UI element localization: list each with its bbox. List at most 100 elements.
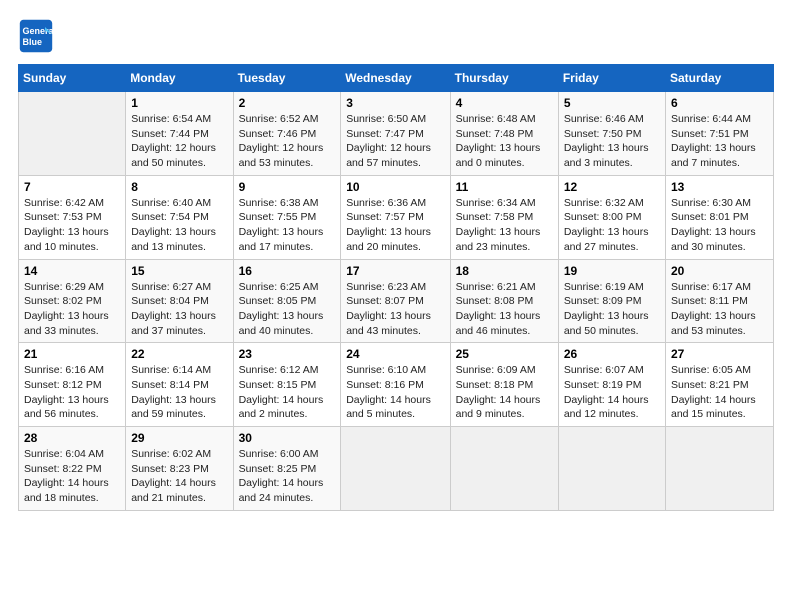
weekday-header-wednesday: Wednesday — [341, 65, 450, 92]
calendar-cell — [558, 427, 665, 511]
calendar-cell: 9 Sunrise: 6:38 AM Sunset: 7:55 PM Daylig… — [233, 175, 341, 259]
calendar-cell: 17 Sunrise: 6:23 AM Sunset: 8:07 PM Dayli… — [341, 259, 450, 343]
day-info: Sunrise: 6:42 AM Sunset: 7:53 PM Dayligh… — [24, 196, 120, 255]
calendar-cell: 27Sunrise: 6:05 AM Sunset: 8:21 PM Dayli… — [666, 343, 774, 427]
day-number: 23 — [239, 347, 336, 361]
calendar-cell: 28 Sunrise: 6:04 AM Sunset: 8:22 PM Dayli… — [19, 427, 126, 511]
day-number: 10 — [346, 180, 444, 194]
day-number: 2 — [239, 96, 336, 110]
calendar-cell: 24 Sunrise: 6:10 AM Sunset: 8:16 PM Dayli… — [341, 343, 450, 427]
day-info: Sunrise: 6:25 AM Sunset: 8:05 PM Dayligh… — [239, 280, 336, 339]
day-number: 26 — [564, 347, 660, 361]
calendar-cell: 26 Sunrise: 6:07 AM Sunset: 8:19 PM Dayli… — [558, 343, 665, 427]
day-info: Sunrise: 6:54 AM Sunset: 7:44 PM Dayligh… — [131, 112, 227, 171]
day-info: Sunrise: 6:29 AM Sunset: 8:02 PM Dayligh… — [24, 280, 120, 339]
day-number: 7 — [24, 180, 120, 194]
day-info: Sunrise: 6:02 AM Sunset: 8:23 PM Dayligh… — [131, 447, 227, 506]
calendar-cell: 5Sunrise: 6:46 AM Sunset: 7:50 PM Daylig… — [558, 92, 665, 176]
calendar-cell: 30 Sunrise: 6:00 AM Sunset: 8:25 PM Dayli… — [233, 427, 341, 511]
calendar-cell: 7 Sunrise: 6:42 AM Sunset: 7:53 PM Daylig… — [19, 175, 126, 259]
day-info: Sunrise: 6:12 AM Sunset: 8:15 PM Dayligh… — [239, 363, 336, 422]
day-info: Sunrise: 6:38 AM Sunset: 7:55 PM Dayligh… — [239, 196, 336, 255]
weekday-header-tuesday: Tuesday — [233, 65, 341, 92]
day-info: Sunrise: 6:30 AM Sunset: 8:01 PM Dayligh… — [671, 196, 768, 255]
calendar-cell: 16 Sunrise: 6:25 AM Sunset: 8:05 PM Dayli… — [233, 259, 341, 343]
day-number: 18 — [456, 264, 553, 278]
day-info: Sunrise: 6:10 AM Sunset: 8:16 PM Dayligh… — [346, 363, 444, 422]
day-number: 14 — [24, 264, 120, 278]
calendar-cell: 12 Sunrise: 6:32 AM Sunset: 8:00 PM Dayli… — [558, 175, 665, 259]
calendar-cell: 20 Sunrise: 6:17 AM Sunset: 8:11 PM Dayli… — [666, 259, 774, 343]
day-number: 25 — [456, 347, 553, 361]
calendar-cell — [341, 427, 450, 511]
calendar-week-2: 7 Sunrise: 6:42 AM Sunset: 7:53 PM Daylig… — [19, 175, 774, 259]
day-number: 27 — [671, 347, 768, 361]
day-number: 12 — [564, 180, 660, 194]
logo: General Blue — [18, 18, 58, 54]
calendar-week-1: 1Sunrise: 6:54 AM Sunset: 7:44 PM Daylig… — [19, 92, 774, 176]
day-info: Sunrise: 6:14 AM Sunset: 8:14 PM Dayligh… — [131, 363, 227, 422]
day-number: 17 — [346, 264, 444, 278]
calendar-cell: 4Sunrise: 6:48 AM Sunset: 7:48 PM Daylig… — [450, 92, 558, 176]
day-number: 16 — [239, 264, 336, 278]
calendar-cell: 13 Sunrise: 6:30 AM Sunset: 8:01 PM Dayli… — [666, 175, 774, 259]
day-number: 30 — [239, 431, 336, 445]
calendar-cell — [450, 427, 558, 511]
calendar-cell: 8 Sunrise: 6:40 AM Sunset: 7:54 PM Daylig… — [126, 175, 233, 259]
calendar-header-row: SundayMondayTuesdayWednesdayThursdayFrid… — [19, 65, 774, 92]
day-info: Sunrise: 6:46 AM Sunset: 7:50 PM Dayligh… — [564, 112, 660, 171]
calendar-cell: 15 Sunrise: 6:27 AM Sunset: 8:04 PM Dayli… — [126, 259, 233, 343]
calendar-cell: 23 Sunrise: 6:12 AM Sunset: 8:15 PM Dayli… — [233, 343, 341, 427]
day-info: Sunrise: 6:17 AM Sunset: 8:11 PM Dayligh… — [671, 280, 768, 339]
weekday-header-saturday: Saturday — [666, 65, 774, 92]
day-number: 9 — [239, 180, 336, 194]
day-info: Sunrise: 6:27 AM Sunset: 8:04 PM Dayligh… — [131, 280, 227, 339]
weekday-header-thursday: Thursday — [450, 65, 558, 92]
day-info: Sunrise: 6:36 AM Sunset: 7:57 PM Dayligh… — [346, 196, 444, 255]
calendar-body: 1Sunrise: 6:54 AM Sunset: 7:44 PM Daylig… — [19, 92, 774, 511]
calendar-week-5: 28 Sunrise: 6:04 AM Sunset: 8:22 PM Dayli… — [19, 427, 774, 511]
day-number: 4 — [456, 96, 553, 110]
day-number: 22 — [131, 347, 227, 361]
calendar-cell: 14 Sunrise: 6:29 AM Sunset: 8:02 PM Dayli… — [19, 259, 126, 343]
day-info: Sunrise: 6:21 AM Sunset: 8:08 PM Dayligh… — [456, 280, 553, 339]
calendar-cell: 3Sunrise: 6:50 AM Sunset: 7:47 PM Daylig… — [341, 92, 450, 176]
weekday-header-sunday: Sunday — [19, 65, 126, 92]
day-number: 24 — [346, 347, 444, 361]
day-number: 21 — [24, 347, 120, 361]
day-info: Sunrise: 6:40 AM Sunset: 7:54 PM Dayligh… — [131, 196, 227, 255]
calendar-cell: 29 Sunrise: 6:02 AM Sunset: 8:23 PM Dayli… — [126, 427, 233, 511]
calendar-cell: 25Sunrise: 6:09 AM Sunset: 8:18 PM Dayli… — [450, 343, 558, 427]
day-info: Sunrise: 6:19 AM Sunset: 8:09 PM Dayligh… — [564, 280, 660, 339]
day-number: 28 — [24, 431, 120, 445]
weekday-header-friday: Friday — [558, 65, 665, 92]
day-info: Sunrise: 6:34 AM Sunset: 7:58 PM Dayligh… — [456, 196, 553, 255]
day-info: Sunrise: 6:44 AM Sunset: 7:51 PM Dayligh… — [671, 112, 768, 171]
day-number: 8 — [131, 180, 227, 194]
day-info: Sunrise: 6:50 AM Sunset: 7:47 PM Dayligh… — [346, 112, 444, 171]
day-number: 13 — [671, 180, 768, 194]
day-info: Sunrise: 6:00 AM Sunset: 8:25 PM Dayligh… — [239, 447, 336, 506]
day-info: Sunrise: 6:52 AM Sunset: 7:46 PM Dayligh… — [239, 112, 336, 171]
day-info: Sunrise: 6:04 AM Sunset: 8:22 PM Dayligh… — [24, 447, 120, 506]
calendar-cell: 1Sunrise: 6:54 AM Sunset: 7:44 PM Daylig… — [126, 92, 233, 176]
page-container: General Blue SundayMondayTuesdayWednesda… — [0, 0, 792, 521]
header: General Blue — [18, 18, 774, 54]
calendar-table: SundayMondayTuesdayWednesdayThursdayFrid… — [18, 64, 774, 511]
day-info: Sunrise: 6:07 AM Sunset: 8:19 PM Dayligh… — [564, 363, 660, 422]
calendar-cell: 19 Sunrise: 6:19 AM Sunset: 8:09 PM Dayli… — [558, 259, 665, 343]
svg-text:Blue: Blue — [23, 37, 43, 47]
logo-icon: General Blue — [18, 18, 54, 54]
day-info: Sunrise: 6:32 AM Sunset: 8:00 PM Dayligh… — [564, 196, 660, 255]
day-number: 19 — [564, 264, 660, 278]
calendar-cell: 22 Sunrise: 6:14 AM Sunset: 8:14 PM Dayli… — [126, 343, 233, 427]
calendar-cell: 6Sunrise: 6:44 AM Sunset: 7:51 PM Daylig… — [666, 92, 774, 176]
day-number: 20 — [671, 264, 768, 278]
calendar-cell: 11Sunrise: 6:34 AM Sunset: 7:58 PM Dayli… — [450, 175, 558, 259]
day-number: 15 — [131, 264, 227, 278]
day-number: 29 — [131, 431, 227, 445]
day-info: Sunrise: 6:23 AM Sunset: 8:07 PM Dayligh… — [346, 280, 444, 339]
calendar-cell — [666, 427, 774, 511]
calendar-cell: 21Sunrise: 6:16 AM Sunset: 8:12 PM Dayli… — [19, 343, 126, 427]
calendar-cell: 18 Sunrise: 6:21 AM Sunset: 8:08 PM Dayli… — [450, 259, 558, 343]
